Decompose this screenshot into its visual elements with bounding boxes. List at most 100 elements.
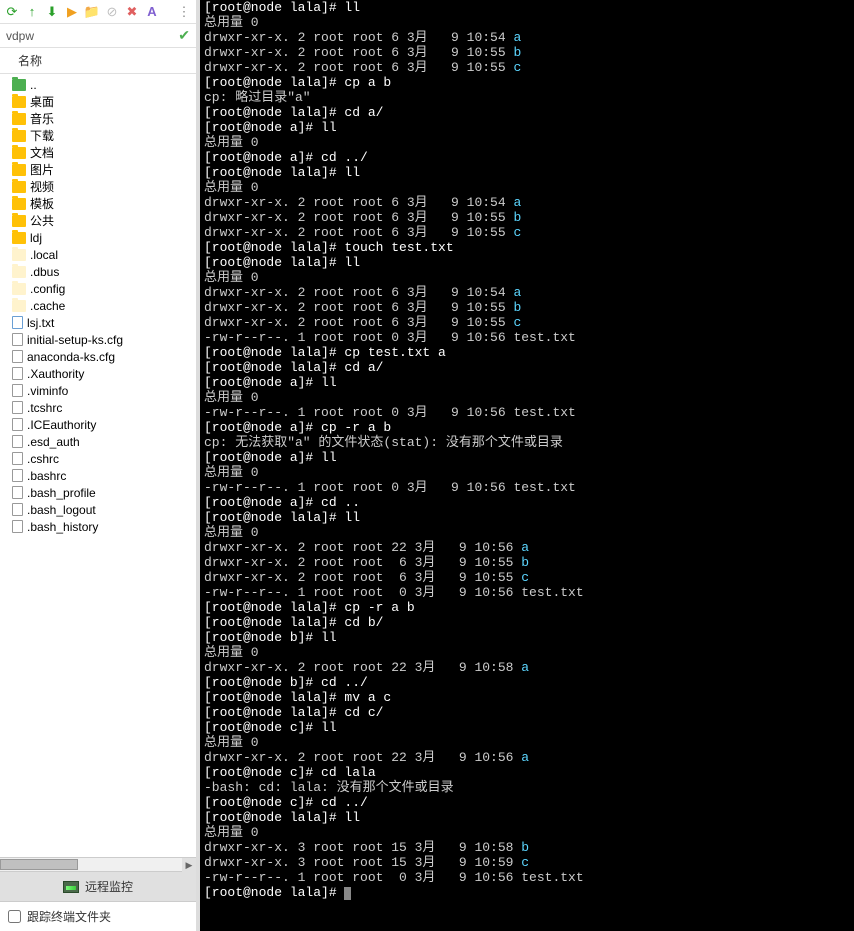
play-icon[interactable]: ▶ <box>64 4 80 20</box>
tree-item[interactable]: 模板 <box>0 195 196 212</box>
tree-item[interactable]: .bash_history <box>0 518 196 535</box>
tree-item[interactable]: .cshrc <box>0 450 196 467</box>
remote-monitor-label: 远程监控 <box>85 878 133 895</box>
tree-item[interactable]: .bash_profile <box>0 484 196 501</box>
terminal-line: drwxr-xr-x. 2 root root 6 3月 9 10:54 a <box>204 30 850 45</box>
folder-up-icon <box>12 79 26 91</box>
terminal-line: drwxr-xr-x. 2 root root 6 3月 9 10:55 c <box>204 570 850 585</box>
tree-item[interactable]: 桌面 <box>0 93 196 110</box>
terminal-line: 总用量 0 <box>204 645 850 660</box>
tree-item-label: 桌面 <box>30 93 54 110</box>
tree-item[interactable]: 图片 <box>0 161 196 178</box>
download-icon[interactable]: ⬇ <box>44 4 60 20</box>
folder-icon <box>12 96 26 108</box>
terminal-line: -rw-r--r--. 1 root root 0 3月 9 10:56 tes… <box>204 585 850 600</box>
file-txt-icon <box>12 316 23 329</box>
tree-item[interactable]: initial-setup-ks.cfg <box>0 331 196 348</box>
horizontal-scrollbar[interactable]: ▶ <box>0 857 196 871</box>
tree-item[interactable]: 公共 <box>0 212 196 229</box>
terminal-line: [root@node lala]# <box>204 885 850 900</box>
terminal-line: 总用量 0 <box>204 135 850 150</box>
terminal-line: 总用量 0 <box>204 465 850 480</box>
tree-item[interactable]: ldj <box>0 229 196 246</box>
terminal-line: [root@node a]# cd .. <box>204 495 850 510</box>
terminal-line: [root@node lala]# cd a/ <box>204 105 850 120</box>
file-icon <box>12 367 23 380</box>
delete2-icon[interactable]: ✖ <box>124 4 140 20</box>
tree-item[interactable]: .. <box>0 76 196 93</box>
terminal-line: -rw-r--r--. 1 root root 0 3月 9 10:56 tes… <box>204 405 850 420</box>
terminal-line: [root@node lala]# mv a c <box>204 690 850 705</box>
terminal-line: drwxr-xr-x. 2 root root 6 3月 9 10:55 c <box>204 60 850 75</box>
terminal-line: 总用量 0 <box>204 270 850 285</box>
tree-item[interactable]: .ICEauthority <box>0 416 196 433</box>
tree-item[interactable]: .bash_logout <box>0 501 196 518</box>
tree-item-label: 模板 <box>30 195 54 212</box>
new-folder-icon[interactable]: 📁 <box>84 4 100 20</box>
terminal-line: 总用量 0 <box>204 825 850 840</box>
folder-icon <box>12 232 26 244</box>
tree-item-label: .local <box>30 248 58 262</box>
terminal-line: [root@node lala]# cd c/ <box>204 705 850 720</box>
check-icon[interactable]: ✔ <box>178 27 190 44</box>
scrollbar-right-arrow[interactable]: ▶ <box>182 858 196 872</box>
tree-item[interactable]: 下载 <box>0 127 196 144</box>
tree-item[interactable]: .viminfo <box>0 382 196 399</box>
options-icon[interactable]: ⋮ <box>176 4 192 20</box>
terminal-line: cp: 略过目录"a" <box>204 90 850 105</box>
up-arrow-icon[interactable]: ↑ <box>24 4 40 20</box>
tree-item[interactable]: lsj.txt <box>0 314 196 331</box>
tree-item-label: .viminfo <box>27 384 68 398</box>
tree-item[interactable]: 音乐 <box>0 110 196 127</box>
tree-item[interactable]: .dbus <box>0 263 196 280</box>
tree-item-label: 公共 <box>30 212 54 229</box>
font-icon[interactable]: A <box>144 4 160 20</box>
folder-icon <box>12 147 26 159</box>
refresh-icon[interactable]: ⟳ <box>4 4 20 20</box>
tree-item[interactable]: .Xauthority <box>0 365 196 382</box>
file-tree[interactable]: ..桌面音乐下载文档图片视频模板公共 ldj .local.dbus.config.… <box>0 74 196 857</box>
remote-monitor-bar[interactable]: 远程监控 <box>0 871 196 902</box>
follow-terminal-label: 跟踪终端文件夹 <box>27 908 111 925</box>
terminal-line: [root@node lala]# cp -r a b <box>204 600 850 615</box>
folder-hidden-icon <box>12 300 26 312</box>
terminal-line: [root@node lala]# ll <box>204 165 850 180</box>
terminal-line: -rw-r--r--. 1 root root 0 3月 9 10:56 tes… <box>204 480 850 495</box>
path-input[interactable] <box>6 29 174 43</box>
tree-item-label: ldj <box>30 231 42 245</box>
tree-item-label: .bashrc <box>27 469 66 483</box>
terminal-line: drwxr-xr-x. 2 root root 6 3月 9 10:55 c <box>204 315 850 330</box>
tree-item-label: 文档 <box>30 144 54 161</box>
tree-item[interactable]: 文档 <box>0 144 196 161</box>
scrollbar-thumb[interactable] <box>0 859 78 870</box>
file-icon <box>12 452 23 465</box>
follow-terminal-checkbox[interactable] <box>8 910 21 923</box>
folder-icon <box>12 215 26 227</box>
tree-item-label: 图片 <box>30 161 54 178</box>
tree-item-label: .bash_logout <box>27 503 96 517</box>
delete1-icon[interactable]: ⊘ <box>104 4 120 20</box>
terminal-line: drwxr-xr-x. 3 root root 15 3月 9 10:58 b <box>204 840 850 855</box>
tree-item[interactable]: .bashrc <box>0 467 196 484</box>
tree-item[interactable]: .tcshrc <box>0 399 196 416</box>
folder-icon <box>12 130 26 142</box>
tree-header-name[interactable]: 名称 <box>0 48 196 74</box>
tree-item[interactable]: .cache <box>0 297 196 314</box>
tree-item[interactable]: .local <box>0 246 196 263</box>
file-icon <box>12 503 23 516</box>
terminal-line: [root@node c]# cd ../ <box>204 795 850 810</box>
tree-item-label: anaconda-ks.cfg <box>27 350 115 364</box>
tree-item[interactable]: anaconda-ks.cfg <box>0 348 196 365</box>
tree-item[interactable]: 视频 <box>0 178 196 195</box>
folder-hidden-icon <box>12 283 26 295</box>
tree-item-label: .. <box>30 78 37 92</box>
terminal-line: [root@node c]# cd lala <box>204 765 850 780</box>
tree-item[interactable]: .esd_auth <box>0 433 196 450</box>
tree-item-label: .Xauthority <box>27 367 84 381</box>
terminal-output[interactable]: [root@node lala]# ll 总用量 0 drwxr-xr-x. 2 r… <box>200 0 854 931</box>
folder-icon <box>12 164 26 176</box>
terminal-line: [root@node lala]# touch test.txt <box>204 240 850 255</box>
folder-icon <box>12 181 26 193</box>
terminal-line: [root@node a]# cd ../ <box>204 150 850 165</box>
tree-item[interactable]: .config <box>0 280 196 297</box>
